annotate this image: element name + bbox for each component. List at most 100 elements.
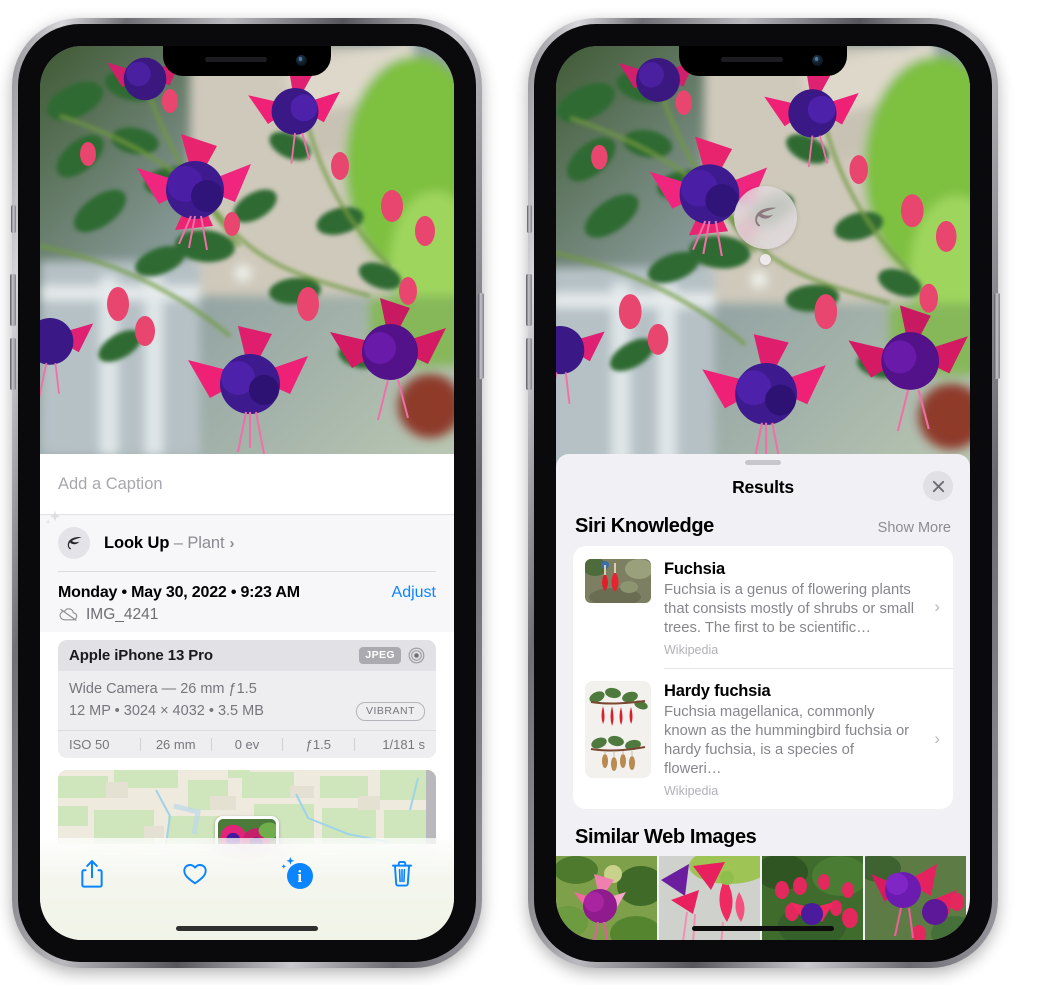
look-up-plant-row[interactable]: Look Up – Plant › (40, 510, 454, 571)
info-button[interactable]: i (247, 852, 351, 896)
hardy-fuchsia-thumb-graphic (585, 681, 651, 779)
info-glyph: i (297, 866, 303, 886)
screen-left: Add a Caption Look Up – Plant › Monday •… (40, 46, 454, 940)
photographic-style-badge: VIBRANT (355, 701, 425, 721)
heart-icon (183, 864, 207, 885)
knowledge-title: Hardy fuchsia (664, 682, 771, 701)
results-header: Results (556, 465, 970, 509)
knowledge-description: Fuchsia is a genus of flowering plants t… (664, 581, 914, 636)
volume-down-button-right[interactable] (526, 338, 532, 390)
knowledge-text: Hardy fuchsia Fuchsia magellanica, commo… (664, 681, 941, 798)
knowledge-source: Wikipedia (664, 784, 719, 799)
power-button-right[interactable] (994, 293, 1000, 379)
results-sheet: Results Siri Knowledge Show More Fuchsia… (556, 454, 970, 940)
iphone-right: Results Siri Knowledge Show More Fuchsia… (526, 18, 1000, 968)
exif-stats-row: ISO 50 26 mm 0 ev ƒ1.5 1/181 s (58, 730, 436, 758)
screenshot-root: Add a Caption Look Up – Plant › Monday •… (0, 0, 1055, 985)
similar-web-images-header: Similar Web Images (556, 809, 970, 856)
volume-up-button-left[interactable] (10, 274, 16, 326)
share-button[interactable] (40, 852, 144, 896)
web-image-thumbnail[interactable] (556, 856, 657, 940)
trash-icon (392, 861, 413, 887)
knowledge-source: Wikipedia (664, 642, 719, 657)
photo-filename: IMG_4241 (86, 605, 159, 623)
leaf-icon (58, 527, 90, 559)
exif-body: Wide Camera — 26 mm ƒ1.5 12 MP • 3024 × … (58, 671, 436, 731)
knowledge-text: Fuchsia Fuchsia is a genus of flowering … (664, 559, 941, 657)
no-icloud-icon (59, 608, 78, 621)
info-circle: i (286, 863, 313, 889)
chevron-right-icon: › (934, 728, 940, 748)
volume-down-button-left[interactable] (10, 338, 16, 390)
look-up-text: Look Up (104, 533, 170, 552)
home-indicator-right[interactable] (692, 926, 834, 931)
location-map[interactable] (58, 770, 436, 845)
earpiece-speaker-icon (205, 57, 267, 62)
exif-stat-iso: ISO 50 (69, 737, 110, 753)
earpiece-speaker-icon (721, 57, 783, 62)
front-camera-icon (812, 55, 823, 66)
iphone-left: Add a Caption Look Up – Plant › Monday •… (10, 18, 484, 968)
results-title: Results (732, 476, 794, 497)
front-camera-icon (296, 55, 307, 66)
leaf-icon (755, 207, 777, 227)
visual-lookup-anchor-dot (760, 254, 771, 265)
fuchsia-thumb-graphic (585, 559, 651, 603)
lens-info: Wide Camera — 26 mm ƒ1.5 (69, 680, 257, 697)
section-title: Siri Knowledge (575, 515, 714, 537)
notch-right (679, 46, 847, 76)
favorite-button[interactable] (144, 852, 248, 896)
power-button-left[interactable] (478, 293, 484, 379)
exif-badges: JPEG (359, 646, 425, 664)
camera-device: Apple iPhone 13 Pro (69, 646, 213, 664)
exif-stat-focal: 26 mm (155, 737, 196, 753)
knowledge-card-list: Fuchsia Fuchsia is a genus of flowering … (573, 546, 953, 810)
caption-placeholder: Add a Caption (58, 474, 163, 493)
info-sparkle-icon: i (281, 856, 314, 889)
look-up-subject: Plant (187, 533, 225, 552)
exif-stat-ev: 0 ev (234, 737, 260, 753)
mute-switch-left[interactable] (11, 205, 16, 233)
photo-date: Monday • May 30, 2022 • 9:23 AM (58, 583, 300, 601)
caption-input-row[interactable]: Add a Caption (40, 454, 454, 515)
close-icon (932, 480, 944, 492)
volume-up-button-right[interactable] (526, 274, 532, 326)
exif-stat-aperture: ƒ1.5 (305, 737, 331, 753)
photo-viewer-left[interactable] (40, 46, 454, 454)
fuchsia-photo (40, 46, 454, 454)
delete-button[interactable] (351, 852, 455, 896)
section-title: Similar Web Images (575, 826, 757, 849)
leaf-glyph (67, 536, 82, 549)
knowledge-row-fuchsia[interactable]: Fuchsia Fuchsia is a genus of flowering … (573, 546, 953, 668)
web-image-thumbnail[interactable] (865, 856, 966, 940)
exif-card[interactable]: Apple iPhone 13 Pro JPEG Wide Camera — 2… (58, 639, 436, 759)
photo-toolbar: i (40, 838, 454, 940)
close-button[interactable] (923, 471, 953, 501)
show-more-button[interactable]: Show More (878, 520, 951, 536)
look-up-dash: – (169, 533, 188, 552)
hdr-target-icon (408, 647, 425, 663)
exif-stat-shutter: 1/181 s (382, 737, 425, 753)
share-icon (81, 860, 103, 888)
visual-lookup-badge[interactable] (734, 186, 797, 249)
knowledge-thumbnail (585, 559, 651, 603)
mute-switch-right[interactable] (527, 205, 532, 233)
exif-header: Apple iPhone 13 Pro JPEG (58, 639, 436, 671)
knowledge-thumbnail (585, 681, 651, 779)
adjust-button[interactable]: Adjust (392, 584, 436, 602)
look-up-label: Look Up – Plant › (104, 534, 234, 553)
knowledge-description: Fuchsia magellanica, commonly known as t… (664, 703, 910, 778)
photo-info-sheet: Add a Caption Look Up – Plant › Monday •… (40, 454, 454, 940)
home-indicator-left[interactable] (176, 926, 318, 931)
chevron-right-icon: › (229, 534, 235, 552)
knowledge-row-hardy-fuchsia[interactable]: Hardy fuchsia Fuchsia magellanica, commo… (573, 668, 953, 809)
chevron-right-icon: › (934, 596, 940, 616)
web-thumb-4 (865, 856, 966, 940)
notch-left (163, 46, 331, 76)
file-size-info: 12 MP • 3024 × 4032 • 3.5 MB (69, 702, 264, 719)
format-badge: JPEG (359, 646, 401, 664)
lookup-section: Look Up – Plant › (40, 510, 454, 572)
screen-right: Results Siri Knowledge Show More Fuchsia… (556, 46, 970, 940)
web-thumb-1 (556, 856, 657, 940)
photo-viewer-right[interactable] (556, 46, 970, 466)
